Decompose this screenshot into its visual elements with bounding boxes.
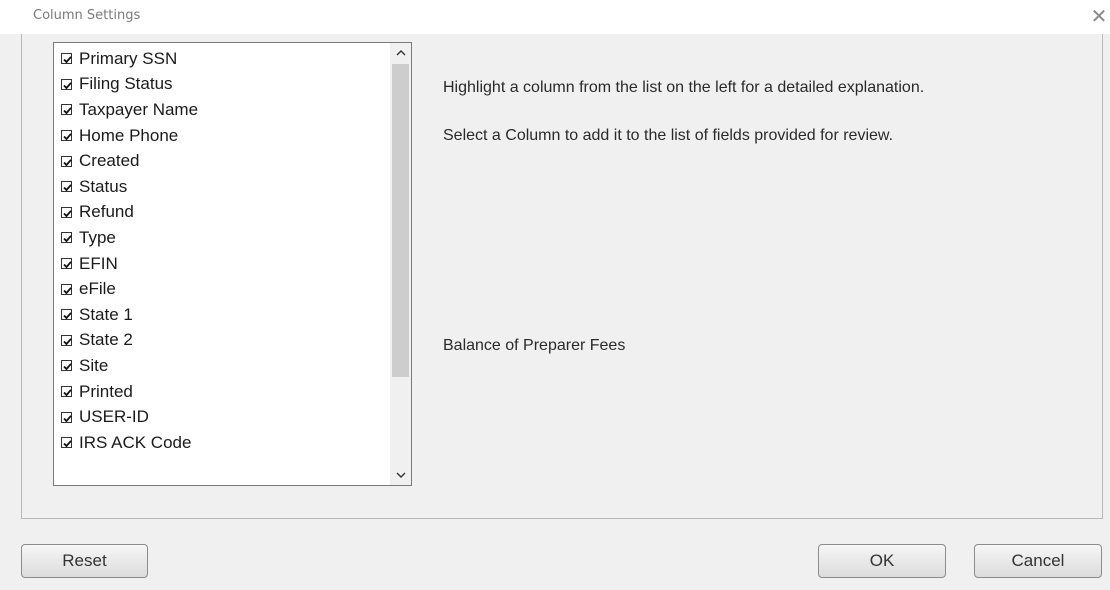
vertical-scrollbar[interactable] xyxy=(390,43,411,485)
help-text-highlight: Highlight a column from the list on the … xyxy=(443,79,925,96)
list-item[interactable]: eFile xyxy=(54,276,392,302)
checkbox-checked-icon[interactable] xyxy=(61,283,72,295)
list-item-label: eFile xyxy=(79,279,116,299)
list-item[interactable]: Status xyxy=(54,174,392,200)
checkbox-checked-icon[interactable] xyxy=(61,206,72,218)
column-list-items: Primary SSN Filing Status Taxpayer Name Hom… xyxy=(54,46,392,456)
list-item-label: Site xyxy=(79,355,109,375)
list-item-label: EFIN xyxy=(79,253,118,273)
checkbox-checked-icon[interactable] xyxy=(61,181,72,193)
list-item[interactable]: Filing Status xyxy=(54,72,392,98)
checkbox-checked-icon[interactable] xyxy=(61,309,72,321)
list-item-label: USER-ID xyxy=(79,407,149,427)
list-item[interactable]: Home Phone xyxy=(54,123,392,149)
list-item-label: Status xyxy=(79,176,128,196)
list-item-label: State 2 xyxy=(79,330,133,350)
list-item[interactable]: Primary SSN xyxy=(54,46,392,72)
list-item-label: Primary SSN xyxy=(79,48,178,68)
list-item[interactable]: Refund xyxy=(54,200,392,226)
ok-button[interactable]: OK xyxy=(818,544,946,578)
column-explanation-text: Balance of Preparer Fees xyxy=(443,337,626,354)
column-list[interactable]: Primary SSN Filing Status Taxpayer Name Hom… xyxy=(53,42,412,486)
list-item[interactable]: Type xyxy=(54,225,392,251)
checkbox-checked-icon[interactable] xyxy=(61,334,72,346)
checkbox-checked-icon[interactable] xyxy=(61,130,72,142)
checkbox-checked-icon[interactable] xyxy=(61,232,72,244)
list-item[interactable]: IRS ACK Code xyxy=(54,430,392,456)
cancel-button[interactable]: Cancel xyxy=(974,544,1102,578)
list-item[interactable]: State 2 xyxy=(54,328,392,354)
list-item-label: IRS ACK Code xyxy=(79,432,192,452)
list-item-label: Printed xyxy=(79,381,133,401)
checkbox-checked-icon[interactable] xyxy=(61,78,72,90)
checkbox-checked-icon[interactable] xyxy=(61,360,72,372)
checkbox-checked-icon[interactable] xyxy=(61,53,72,65)
help-text-select: Select a Column to add it to the list of… xyxy=(443,127,894,144)
checkbox-checked-icon[interactable] xyxy=(61,104,72,116)
checkbox-checked-icon[interactable] xyxy=(61,386,72,398)
list-item[interactable]: Created xyxy=(54,148,392,174)
list-item-label: Refund xyxy=(79,202,134,222)
list-item[interactable]: USER-ID xyxy=(54,404,392,430)
window-title: Column Settings xyxy=(33,8,141,23)
list-item-label: Taxpayer Name xyxy=(79,99,199,119)
reset-button[interactable]: Reset xyxy=(21,544,148,578)
chevron-up-icon[interactable] xyxy=(390,43,411,63)
list-item[interactable]: Taxpayer Name xyxy=(54,97,392,123)
list-item[interactable]: Printed xyxy=(54,379,392,405)
title-bar[interactable]: Column Settings ✕ xyxy=(0,0,1110,34)
checkbox-checked-icon[interactable] xyxy=(61,411,72,423)
list-item[interactable]: Site xyxy=(54,353,392,379)
scrollbar-thumb[interactable] xyxy=(392,64,409,377)
list-item[interactable]: EFIN xyxy=(54,251,392,277)
close-icon[interactable]: ✕ xyxy=(1088,6,1110,28)
list-item-label: Filing Status xyxy=(79,74,173,94)
chevron-down-icon[interactable] xyxy=(390,465,411,485)
list-item-label: Created xyxy=(79,151,140,171)
list-item-label: Type xyxy=(79,227,116,247)
checkbox-checked-icon[interactable] xyxy=(61,258,72,270)
list-item[interactable]: State 1 xyxy=(54,302,392,328)
list-item-label: State 1 xyxy=(79,304,133,324)
checkbox-checked-icon[interactable] xyxy=(61,437,72,449)
list-item-label: Home Phone xyxy=(79,125,179,145)
checkbox-checked-icon[interactable] xyxy=(61,155,72,167)
